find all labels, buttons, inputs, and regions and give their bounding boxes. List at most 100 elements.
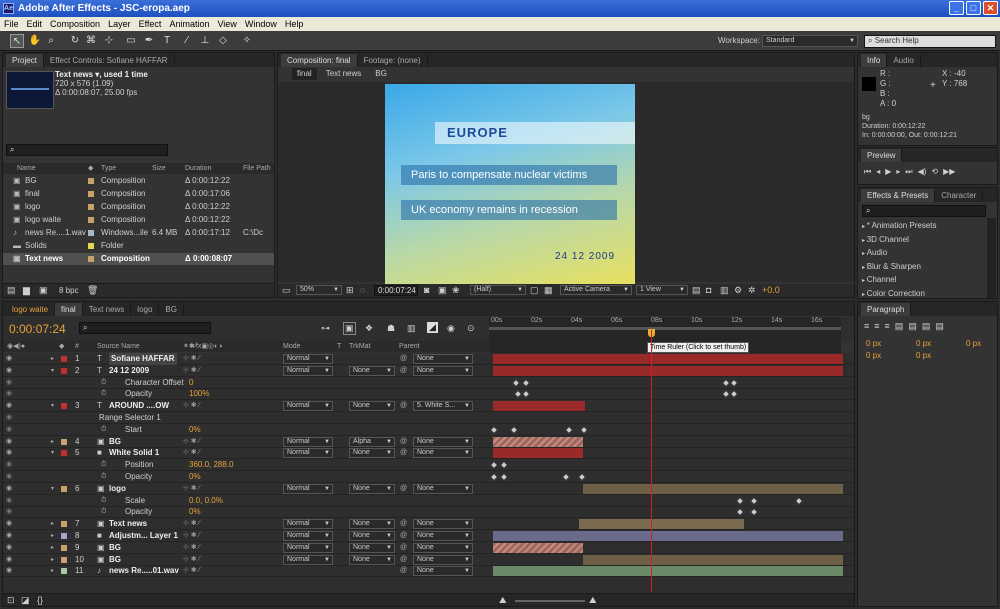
stopwatch-icon[interactable]: ⏱ xyxy=(101,377,106,389)
keyframe[interactable] xyxy=(499,472,509,482)
layer-property-row[interactable]: ◉ ⏱ Opacity 100% xyxy=(3,388,854,401)
layer-switches[interactable]: ⊹ ✱ ⁄ xyxy=(183,365,200,377)
indent-right-value[interactable]: 0 px xyxy=(916,339,931,348)
effects-category[interactable]: ▸ * Animation Presets xyxy=(862,220,986,234)
layer-parent-select[interactable]: None xyxy=(413,554,473,565)
timeline-layer-row[interactable]: ◉ ▸ 9 ▣ BG ⊹ ✱ ⁄ Normal None @ None xyxy=(3,542,854,554)
layer-label-color[interactable] xyxy=(61,356,67,362)
project-search-input[interactable]: ⌕ xyxy=(6,144,168,156)
triangle-expand-icon[interactable]: ▸ xyxy=(51,353,54,365)
effects-category[interactable]: ▸ Blur & Sharpen xyxy=(862,261,986,275)
camera-view-select[interactable]: Active Camera xyxy=(560,285,632,295)
pickwhip-icon[interactable]: @ xyxy=(400,542,407,554)
visibility-eye-icon[interactable]: ◉ xyxy=(6,447,12,459)
exposure-value[interactable]: +0.0 xyxy=(762,285,780,295)
layer-switches[interactable]: ⊹ ✱ ⁄ xyxy=(183,542,200,554)
keyframe[interactable] xyxy=(489,472,499,482)
property-value[interactable]: 100% xyxy=(189,388,209,400)
layer-duration-bar[interactable] xyxy=(493,448,583,459)
triangle-expand-icon[interactable]: ▸ xyxy=(51,554,54,566)
layer-mode-select[interactable]: Normal xyxy=(283,436,333,447)
layer-trkmat-select[interactable]: None xyxy=(349,519,395,530)
resolution-select[interactable]: (Half) xyxy=(470,285,526,295)
show-snapshot-icon[interactable]: ▣ xyxy=(438,285,447,296)
menu-help[interactable]: Help xyxy=(281,17,308,31)
visibility-eye-icon[interactable]: ◉ xyxy=(6,530,12,542)
exposure-reset-icon[interactable]: ✲ xyxy=(748,285,756,296)
pickwhip-icon[interactable]: @ xyxy=(400,530,407,542)
menu-layer[interactable]: Layer xyxy=(104,17,135,31)
visibility-eye-icon[interactable]: ◉ xyxy=(6,353,12,365)
pickwhip-icon[interactable]: @ xyxy=(400,518,407,530)
layer-parent-select[interactable]: None xyxy=(413,531,473,541)
layer-property-row[interactable]: ◉ ⏱ Position 360.0, 288.0 xyxy=(3,459,854,472)
layer-duration-bar[interactable] xyxy=(583,483,843,494)
effects-category[interactable]: ▸ 3D Channel xyxy=(862,234,986,248)
type-tool-icon[interactable]: T xyxy=(160,34,174,48)
keyframe[interactable] xyxy=(735,496,745,505)
menu-effect[interactable]: Effect xyxy=(135,17,166,31)
close-button[interactable]: ✕ xyxy=(983,1,998,15)
magnification-select[interactable]: 50% xyxy=(296,285,342,295)
stopwatch-icon[interactable]: ⏱ xyxy=(101,388,106,400)
next-frame-icon[interactable]: ▸ xyxy=(896,167,900,177)
indent-left-value[interactable]: 0 px xyxy=(866,339,881,348)
zoom-slider[interactable] xyxy=(515,600,585,602)
new-folder-icon[interactable]: ▆ xyxy=(23,285,30,296)
stopwatch-icon[interactable]: ⏱ xyxy=(101,471,106,483)
timeline-layer-row[interactable]: ◉ ▾ 2 T 24 12 2009 ⊹ ✱ ⁄ Normal None @ None xyxy=(3,365,854,377)
keyframe[interactable] xyxy=(735,508,745,517)
layer-name[interactable]: Adjustm... Layer 1 xyxy=(109,530,178,542)
layer-label-color[interactable] xyxy=(61,521,67,528)
layer-mode-select[interactable]: Normal xyxy=(283,531,333,541)
column-name[interactable]: Name xyxy=(17,163,36,174)
frame-blending-icon[interactable]: ▥ xyxy=(407,323,416,334)
keyframe[interactable] xyxy=(511,378,521,387)
stopwatch-icon[interactable]: ⏱ xyxy=(101,495,106,507)
tab-composition[interactable]: Composition: final xyxy=(281,53,358,67)
menu-view[interactable]: View xyxy=(213,17,240,31)
layer-parent-select[interactable]: 5. White S... xyxy=(413,401,473,412)
pickwhip-icon[interactable]: @ xyxy=(400,436,407,448)
align-left-icon[interactable]: ≡ xyxy=(864,321,869,332)
justify-last-center-icon[interactable]: ▤ xyxy=(908,321,917,332)
project-item-label[interactable] xyxy=(88,191,94,197)
effects-search-input[interactable]: ⌕ xyxy=(862,205,986,217)
keyframe[interactable] xyxy=(509,425,519,435)
zoom-tool-icon[interactable]: ⌕ xyxy=(44,34,58,48)
layer-duration-bar[interactable] xyxy=(583,554,843,565)
always-preview-icon[interactable]: ▭ xyxy=(282,285,291,296)
play-icon[interactable]: ▶ xyxy=(885,167,891,177)
project-item-label[interactable] xyxy=(88,243,94,249)
triangle-expand-icon[interactable]: ▸ xyxy=(51,542,54,554)
layer-trkmat-select[interactable]: None xyxy=(349,401,395,412)
tab-preview[interactable]: Preview xyxy=(861,148,903,162)
breadcrumb-bg[interactable]: BG xyxy=(370,68,392,80)
layer-switches[interactable]: ⊹ ✱ ⁄ xyxy=(183,554,200,566)
workspace-select[interactable]: Standard xyxy=(762,35,858,47)
layer-name[interactable]: Text news xyxy=(109,518,147,530)
keyframe[interactable] xyxy=(794,496,804,505)
project-item[interactable]: ▣ final Composition Δ 0:00:17:06 xyxy=(3,188,274,200)
keyframe[interactable] xyxy=(579,425,589,435)
keyframe[interactable] xyxy=(729,390,739,399)
triangle-expand-icon[interactable]: ▾ xyxy=(51,447,54,459)
snapshot-icon[interactable]: ◙ xyxy=(424,285,429,295)
layer-duration-bar[interactable] xyxy=(493,566,843,577)
toggle-switches-icon[interactable]: ⊡ xyxy=(7,595,15,606)
keyframe[interactable] xyxy=(513,390,523,399)
space-after-value[interactable]: 0 px xyxy=(916,351,931,360)
layer-mode-select[interactable]: Normal xyxy=(283,365,333,376)
stopwatch-icon[interactable]: ⏱ xyxy=(101,459,106,471)
keyframe[interactable] xyxy=(561,472,571,482)
timeline-layer-row[interactable]: ◉ ▸ 11 ♪ news Re.....01.wav ⊹ ✱ ⁄ @ None xyxy=(3,565,854,578)
project-item-label[interactable] xyxy=(88,217,94,223)
layer-parent-select[interactable]: None xyxy=(413,566,473,577)
triangle-expand-icon[interactable]: ▾ xyxy=(51,365,54,377)
view-layout-select[interactable]: 1 View xyxy=(636,285,688,295)
layer-mode-select[interactable]: Normal xyxy=(283,542,333,553)
visibility-eye-icon[interactable]: ◉ xyxy=(6,554,12,566)
timeline-timecode[interactable]: 0:00:07:24 xyxy=(9,322,66,336)
layer-parent-select[interactable]: None xyxy=(413,354,473,364)
justify-last-left-icon[interactable]: ▤ xyxy=(895,321,904,332)
